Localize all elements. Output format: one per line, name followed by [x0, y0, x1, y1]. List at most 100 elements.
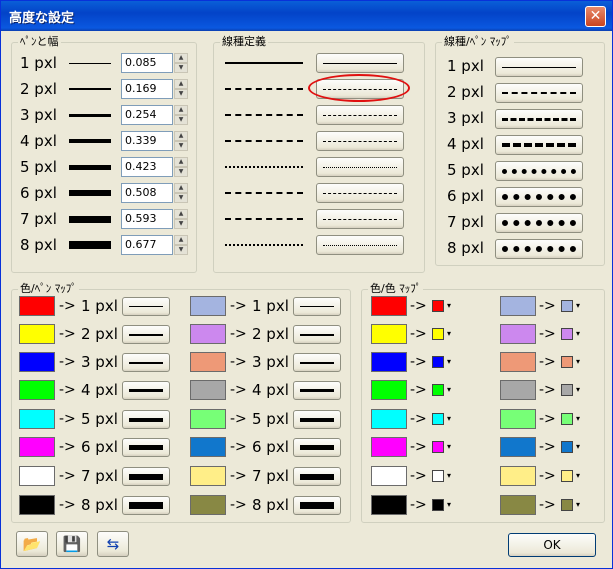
color-swatch-button[interactable] [190, 495, 226, 515]
target-color-swatch[interactable] [561, 356, 573, 368]
target-color-swatch[interactable] [561, 441, 573, 453]
color-swatch-button[interactable] [190, 409, 226, 429]
pen-width-value-input[interactable]: 0.339 [121, 131, 173, 151]
linetype-map-button[interactable] [495, 187, 583, 207]
pen-width-spinner[interactable]: 0.169 ▲ ▼ [121, 79, 188, 99]
color-swatch-button[interactable] [19, 296, 55, 316]
target-color-swatch[interactable] [432, 470, 444, 482]
chevron-down-icon[interactable]: ▾ [447, 442, 451, 452]
chevron-down-icon[interactable]: ▾ [576, 471, 580, 481]
linetype-pattern-button[interactable] [316, 53, 404, 73]
pen-width-spinner[interactable]: 0.423 ▲ ▼ [121, 157, 188, 177]
linetype-map-button[interactable] [495, 213, 583, 233]
chevron-down-icon[interactable]: ▾ [576, 329, 580, 339]
pen-width-value-input[interactable]: 0.508 [121, 183, 173, 203]
spin-up-icon[interactable]: ▲ [174, 235, 188, 245]
linetype-map-button[interactable] [495, 161, 583, 181]
color-swatch-button[interactable] [19, 324, 55, 344]
color-swatch-button[interactable] [19, 352, 55, 372]
color-pen-line-button[interactable] [293, 410, 341, 429]
color-pen-line-button[interactable] [122, 297, 170, 316]
color-swatch-button[interactable] [19, 495, 55, 515]
pen-width-spinner[interactable]: 0.254 ▲ ▼ [121, 105, 188, 125]
chevron-down-icon[interactable]: ▾ [447, 471, 451, 481]
color-pen-line-button[interactable] [293, 381, 341, 400]
source-color-swatch[interactable] [500, 296, 536, 316]
pen-width-spinner[interactable]: 0.339 ▲ ▼ [121, 131, 188, 151]
target-color-swatch[interactable] [561, 499, 573, 511]
color-pen-line-button[interactable] [122, 467, 170, 486]
pen-width-spinner[interactable]: 0.508 ▲ ▼ [121, 183, 188, 203]
color-pen-line-button[interactable] [293, 438, 341, 457]
spin-down-icon[interactable]: ▼ [174, 115, 188, 125]
spin-down-icon[interactable]: ▼ [174, 167, 188, 177]
spin-up-icon[interactable]: ▲ [174, 209, 188, 219]
chevron-down-icon[interactable]: ▾ [576, 385, 580, 395]
color-swatch-button[interactable] [19, 409, 55, 429]
spin-up-icon[interactable]: ▲ [174, 105, 188, 115]
chevron-down-icon[interactable]: ▾ [447, 357, 451, 367]
color-pen-line-button[interactable] [122, 325, 170, 344]
target-color-swatch[interactable] [432, 441, 444, 453]
source-color-swatch[interactable] [500, 437, 536, 457]
pen-width-spinner[interactable]: 0.085 ▲ ▼ [121, 53, 188, 73]
source-color-swatch[interactable] [500, 409, 536, 429]
color-swatch-button[interactable] [190, 324, 226, 344]
linetype-pattern-button[interactable] [316, 157, 404, 177]
target-color-swatch[interactable] [432, 300, 444, 312]
color-swatch-button[interactable] [19, 380, 55, 400]
source-color-swatch[interactable] [371, 352, 407, 372]
source-color-swatch[interactable] [371, 409, 407, 429]
pen-width-value-input[interactable]: 0.593 [121, 209, 173, 229]
ok-button[interactable]: OK [508, 533, 596, 557]
pen-width-value-input[interactable]: 0.169 [121, 79, 173, 99]
spin-down-icon[interactable]: ▼ [174, 89, 188, 99]
chevron-down-icon[interactable]: ▾ [576, 500, 580, 510]
target-color-swatch[interactable] [561, 384, 573, 396]
target-color-swatch[interactable] [561, 300, 573, 312]
linetype-map-button[interactable] [495, 135, 583, 155]
color-swatch-button[interactable] [19, 466, 55, 486]
save-button[interactable]: 💾 [56, 531, 88, 557]
pen-width-spinner[interactable]: 0.677 ▲ ▼ [121, 235, 188, 255]
target-color-swatch[interactable] [432, 384, 444, 396]
color-pen-line-button[interactable] [293, 353, 341, 372]
target-color-swatch[interactable] [432, 328, 444, 340]
spin-up-icon[interactable]: ▲ [174, 157, 188, 167]
color-swatch-button[interactable] [190, 437, 226, 457]
chevron-down-icon[interactable]: ▾ [576, 301, 580, 311]
pen-width-value-input[interactable]: 0.677 [121, 235, 173, 255]
spin-down-icon[interactable]: ▼ [174, 141, 188, 151]
spin-down-icon[interactable]: ▼ [174, 219, 188, 229]
chevron-down-icon[interactable]: ▾ [447, 414, 451, 424]
chevron-down-icon[interactable]: ▾ [447, 301, 451, 311]
color-pen-line-button[interactable] [293, 325, 341, 344]
linetype-pattern-button[interactable] [316, 105, 404, 125]
color-swatch-button[interactable] [190, 352, 226, 372]
target-color-swatch[interactable] [432, 499, 444, 511]
source-color-swatch[interactable] [500, 352, 536, 372]
linetype-pattern-button[interactable] [316, 183, 404, 203]
pen-width-value-input[interactable]: 0.423 [121, 157, 173, 177]
target-color-swatch[interactable] [561, 470, 573, 482]
pen-width-value-input[interactable]: 0.254 [121, 105, 173, 125]
source-color-swatch[interactable] [371, 495, 407, 515]
color-pen-line-button[interactable] [122, 381, 170, 400]
source-color-swatch[interactable] [371, 324, 407, 344]
source-color-swatch[interactable] [371, 466, 407, 486]
source-color-swatch[interactable] [371, 380, 407, 400]
spin-up-icon[interactable]: ▲ [174, 79, 188, 89]
chevron-down-icon[interactable]: ▾ [447, 385, 451, 395]
color-pen-line-button[interactable] [122, 496, 170, 515]
spin-up-icon[interactable]: ▲ [174, 131, 188, 141]
color-pen-line-button[interactable] [122, 410, 170, 429]
color-pen-line-button[interactable] [293, 297, 341, 316]
color-swatch-button[interactable] [19, 437, 55, 457]
close-button[interactable]: ✕ [585, 6, 606, 27]
linetype-pattern-button[interactable] [316, 209, 404, 229]
chevron-down-icon[interactable]: ▾ [447, 329, 451, 339]
chevron-down-icon[interactable]: ▾ [576, 357, 580, 367]
spin-up-icon[interactable]: ▲ [174, 183, 188, 193]
color-pen-line-button[interactable] [122, 353, 170, 372]
chevron-down-icon[interactable]: ▾ [576, 414, 580, 424]
